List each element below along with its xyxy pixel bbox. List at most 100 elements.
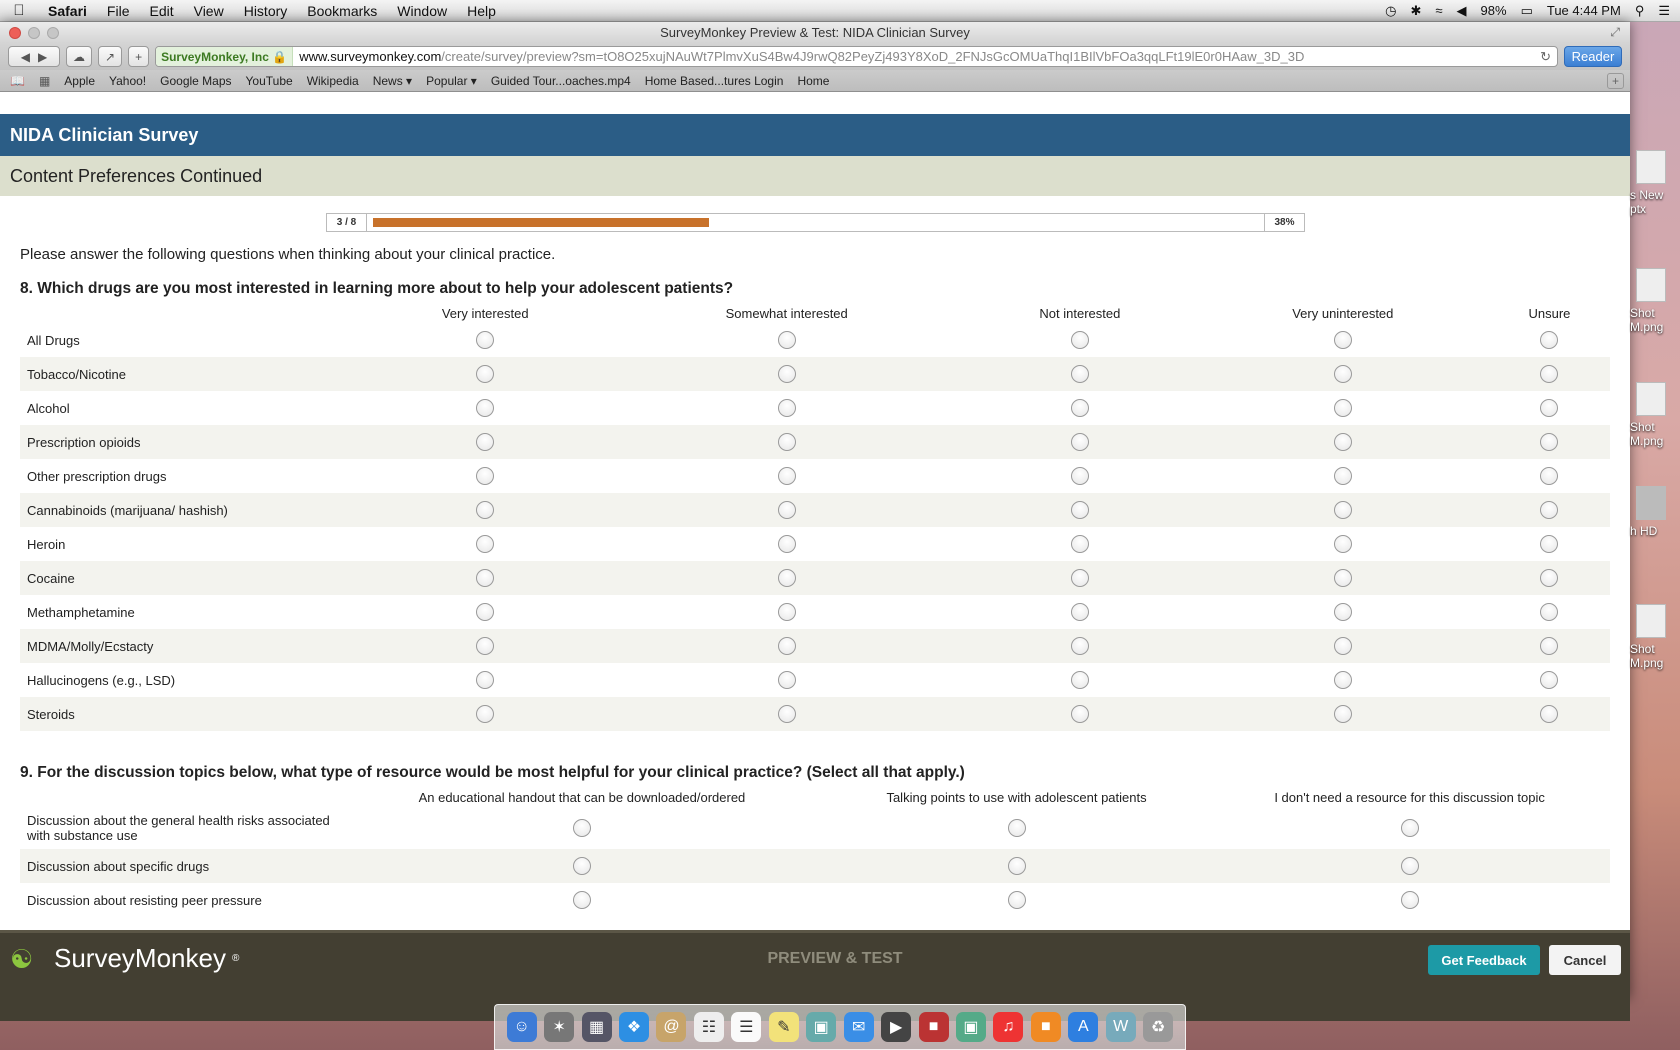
fullscreen-icon[interactable]: ⤢	[1610, 25, 1620, 40]
q8-answer-radio[interactable]	[1540, 399, 1559, 417]
menu-bookmarks[interactable]: Bookmarks	[297, 3, 387, 19]
q8-answer-radio[interactable]	[476, 433, 495, 451]
top-sites-icon[interactable]: ▦	[39, 74, 50, 88]
mission-control-icon[interactable]: ▦	[581, 1012, 612, 1042]
add-bookmark-button[interactable]: +	[128, 46, 150, 67]
reminders-icon[interactable]: ☰	[731, 1012, 762, 1042]
bookmark-apple[interactable]: Apple	[64, 74, 95, 88]
q9-answer-radio[interactable]	[572, 891, 591, 909]
get-feedback-button[interactable]: Get Feedback	[1428, 945, 1540, 975]
q8-answer-radio[interactable]	[1540, 637, 1559, 655]
q8-answer-radio[interactable]	[1070, 671, 1089, 689]
ibooks-icon[interactable]: ■	[1030, 1012, 1061, 1042]
q8-answer-radio[interactable]	[1540, 569, 1559, 587]
wifi-icon[interactable]: ≈	[1435, 3, 1442, 18]
q8-answer-radio[interactable]	[1333, 331, 1352, 349]
bookmark-popular[interactable]: Popular ▾	[426, 74, 477, 88]
q8-answer-radio[interactable]	[1333, 535, 1352, 553]
q8-answer-radio[interactable]	[777, 603, 796, 621]
cancel-button[interactable]: Cancel	[1549, 945, 1621, 975]
q9-answer-radio[interactable]	[1400, 891, 1419, 909]
bookmark-wikipedia[interactable]: Wikipedia	[307, 74, 359, 88]
q8-answer-radio[interactable]	[1540, 433, 1559, 451]
q8-answer-radio[interactable]	[1540, 603, 1559, 621]
q8-answer-radio[interactable]	[1540, 501, 1559, 519]
q8-answer-radio[interactable]	[1540, 671, 1559, 689]
desktop-file-screenshot[interactable]: Shot M.png	[1630, 382, 1680, 448]
launchpad-icon[interactable]: ✶	[544, 1012, 575, 1042]
bookmark-google-maps[interactable]: Google Maps	[160, 74, 231, 88]
q8-answer-radio[interactable]	[476, 535, 495, 553]
close-window-button[interactable]	[9, 26, 21, 39]
itunes-icon[interactable]: ♫	[993, 1012, 1024, 1042]
desktop-file-pptx[interactable]: s New ptx	[1630, 150, 1680, 216]
q8-answer-radio[interactable]	[1070, 399, 1089, 417]
q9-answer-radio[interactable]	[1007, 891, 1026, 909]
q8-answer-radio[interactable]	[476, 331, 495, 349]
notes-icon[interactable]: ✎	[768, 1012, 799, 1042]
q8-answer-radio[interactable]	[476, 501, 495, 519]
photo-app-icon[interactable]: ■	[918, 1012, 949, 1042]
address-bar[interactable]: SurveyMonkey, Inc 🔒 www.surveymonkey.com…	[155, 46, 1558, 67]
q8-answer-radio[interactable]	[1070, 637, 1089, 655]
q8-answer-radio[interactable]	[1070, 535, 1089, 553]
q8-answer-radio[interactable]	[1333, 671, 1352, 689]
q8-answer-radio[interactable]	[777, 467, 796, 485]
bookmark-yahoo[interactable]: Yahoo!	[109, 74, 146, 88]
q8-answer-radio[interactable]	[476, 705, 495, 723]
q8-answer-radio[interactable]	[1333, 467, 1352, 485]
q8-answer-radio[interactable]	[476, 399, 495, 417]
q8-answer-radio[interactable]	[1333, 603, 1352, 621]
bookmark-home-based[interactable]: Home Based...tures Login	[645, 74, 784, 88]
q8-answer-radio[interactable]	[476, 603, 495, 621]
q8-answer-radio[interactable]	[1333, 365, 1352, 383]
q8-answer-radio[interactable]	[476, 637, 495, 655]
contacts-icon[interactable]: @	[656, 1012, 687, 1042]
q8-answer-radio[interactable]	[1333, 399, 1352, 417]
zoom-window-button[interactable]	[47, 26, 59, 39]
q8-answer-radio[interactable]	[1070, 603, 1089, 621]
icloud-tabs-button[interactable]: ☁	[66, 46, 92, 67]
q9-answer-radio[interactable]	[1400, 857, 1419, 875]
q8-answer-radio[interactable]	[1070, 467, 1089, 485]
q8-answer-radio[interactable]	[1333, 433, 1352, 451]
messages-icon[interactable]: ✉	[843, 1012, 874, 1042]
battery-status[interactable]: 98%	[1481, 3, 1507, 18]
q8-answer-radio[interactable]	[1070, 501, 1089, 519]
menu-help[interactable]: Help	[457, 3, 506, 19]
q8-answer-radio[interactable]	[777, 399, 796, 417]
share-button[interactable]: ↗	[98, 46, 123, 67]
q8-answer-radio[interactable]	[476, 671, 495, 689]
q8-answer-radio[interactable]	[777, 331, 796, 349]
q8-answer-radio[interactable]	[1070, 331, 1089, 349]
trash-icon[interactable]: ♻	[1143, 1012, 1174, 1042]
bookmark-news[interactable]: News ▾	[373, 74, 412, 88]
word-icon[interactable]: W	[1105, 1012, 1136, 1042]
q8-answer-radio[interactable]	[1070, 569, 1089, 587]
q8-answer-radio[interactable]	[1333, 637, 1352, 655]
reader-button[interactable]: Reader	[1564, 46, 1622, 67]
reading-list-icon[interactable]: 📖	[10, 74, 25, 88]
back-forward-buttons[interactable]: ◀ ▶	[8, 46, 60, 67]
facetime-icon[interactable]: ▶	[881, 1012, 912, 1042]
spotlight-icon[interactable]: ⚲	[1635, 3, 1645, 19]
q8-answer-radio[interactable]	[777, 365, 796, 383]
q8-answer-radio[interactable]	[777, 433, 796, 451]
menu-edit[interactable]: Edit	[139, 3, 183, 19]
q8-answer-radio[interactable]	[1540, 467, 1559, 485]
q9-answer-radio[interactable]	[572, 819, 591, 837]
desktop-file-screenshot[interactable]: Shot M.png	[1630, 604, 1680, 670]
q8-answer-radio[interactable]	[777, 501, 796, 519]
q8-answer-radio[interactable]	[1540, 365, 1559, 383]
q8-answer-radio[interactable]	[1540, 535, 1559, 553]
menu-file[interactable]: File	[97, 3, 140, 19]
bookmark-guided-tour[interactable]: Guided Tour...oaches.mp4	[491, 74, 631, 88]
q8-answer-radio[interactable]	[777, 569, 796, 587]
secure-site-badge[interactable]: SurveyMonkey, Inc 🔒	[156, 47, 294, 66]
back-icon[interactable]: ◀	[21, 50, 30, 64]
minimize-window-button[interactable]	[28, 26, 40, 39]
apple-menu-icon[interactable]: 	[0, 2, 38, 19]
q9-answer-radio[interactable]	[1400, 819, 1419, 837]
q8-answer-radio[interactable]	[1540, 331, 1559, 349]
q8-answer-radio[interactable]	[1333, 501, 1352, 519]
